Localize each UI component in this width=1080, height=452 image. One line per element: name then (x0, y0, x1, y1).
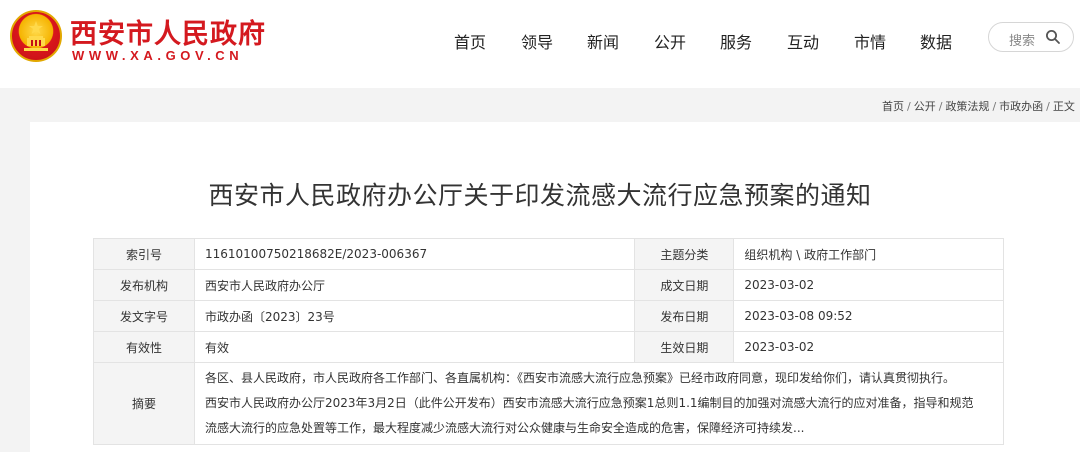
breadcrumb-bar: 首页 / 公开 / 政策法规 / 市政办函 / 正文 (0, 88, 1080, 120)
site-url[interactable]: WWW.XA.GOV.CN (72, 48, 243, 63)
meta-label: 成文日期 (634, 269, 735, 301)
search-label: 搜索 (1009, 34, 1036, 49)
site-header: 西安市人民政府 WWW.XA.GOV.CN 首页 领导 新闻 公开 服务 互动 … (0, 0, 1080, 88)
breadcrumb-separator: / (992, 100, 997, 113)
national-emblem-icon[interactable] (10, 10, 62, 62)
meta-value: 2023-03-02 (733, 269, 1004, 301)
breadcrumb-policy[interactable]: 政策法规 (945, 100, 989, 113)
table-row: 发文字号 市政办函〔2023〕23号 发布日期 2023-03-08 09:52 (93, 300, 1004, 332)
search-button[interactable]: 搜索 (988, 22, 1074, 52)
meta-label: 发布日期 (634, 300, 735, 332)
meta-label: 主题分类 (634, 238, 735, 270)
meta-value: 市政办函〔2023〕23号 (193, 300, 636, 332)
site-name[interactable]: 西安市人民政府 (70, 12, 266, 51)
search-icon (1046, 30, 1060, 44)
meta-label: 发文字号 (93, 300, 195, 332)
table-row: 索引号 11610100750218682E/2023-006367 主题分类 … (93, 238, 1004, 270)
breadcrumb-current: 正文 (1052, 100, 1075, 113)
nav-item-data[interactable]: 数据 (920, 29, 952, 53)
nav-item-city-info[interactable]: 市情 (854, 29, 886, 53)
table-row-summary: 摘要 各区、县人民政府，市人民政府各工作部门、各直属机构：《西安市流感大流行应急… (93, 362, 1004, 445)
meta-value: 有效 (193, 331, 636, 363)
summary-text: 各区、县人民政府，市人民政府各工作部门、各直属机构：《西安市流感大流行应急预案》… (194, 362, 1004, 445)
meta-value: 2023-03-08 09:52 (733, 300, 1004, 332)
nav-item-news[interactable]: 新闻 (587, 29, 619, 53)
breadcrumb: 首页 / 公开 / 政策法规 / 市政办函 / 正文 (882, 98, 1075, 114)
meta-label: 有效性 (93, 331, 195, 363)
document-meta-table: 索引号 11610100750218682E/2023-006367 主题分类 … (93, 238, 1004, 445)
meta-label: 生效日期 (634, 331, 735, 363)
summary-line: 西安市人民政府办公厅2023年3月2日（此件公开发布）西安市流感大流行应急预案1… (205, 396, 974, 410)
summary-label: 摘要 (93, 362, 195, 445)
meta-label: 发布机构 (93, 269, 195, 301)
breadcrumb-separator: / (1046, 100, 1050, 113)
breadcrumb-category[interactable]: 市政办函 (999, 100, 1043, 113)
summary-line: 各区、县人民政府，市人民政府各工作部门、各直属机构：《西安市流感大流行应急预案》… (205, 371, 956, 385)
meta-label: 索引号 (93, 238, 195, 270)
nav-item-home[interactable]: 首页 (454, 29, 486, 53)
table-row: 有效性 有效 生效日期 2023-03-02 (93, 331, 1004, 363)
breadcrumb-home[interactable]: 首页 (882, 100, 904, 113)
page-title: 西安市人民政府办公厅关于印发流感大流行应急预案的通知 (208, 181, 872, 210)
breadcrumb-public[interactable]: 公开 (914, 100, 936, 113)
meta-value: 2023-03-02 (733, 331, 1004, 363)
meta-value: 西安市人民政府办公厅 (193, 269, 636, 301)
table-row: 发布机构 西安市人民政府办公厅 成文日期 2023-03-02 (93, 269, 1004, 301)
breadcrumb-separator: / (938, 100, 943, 113)
breadcrumb-separator: / (907, 100, 911, 113)
nav-item-interaction[interactable]: 互动 (787, 29, 819, 53)
nav-item-public[interactable]: 公开 (654, 29, 686, 53)
nav-item-leaders[interactable]: 领导 (521, 29, 553, 53)
meta-value: 11610100750218682E/2023-006367 (193, 238, 636, 270)
meta-value: 组织机构 \ 政府工作部门 (733, 238, 1004, 270)
nav-item-services[interactable]: 服务 (720, 29, 752, 53)
summary-line: 流感大流行的应急处置等工作，最大程度减少流感大流行对公众健康与生命安全造成的危害… (205, 421, 805, 435)
